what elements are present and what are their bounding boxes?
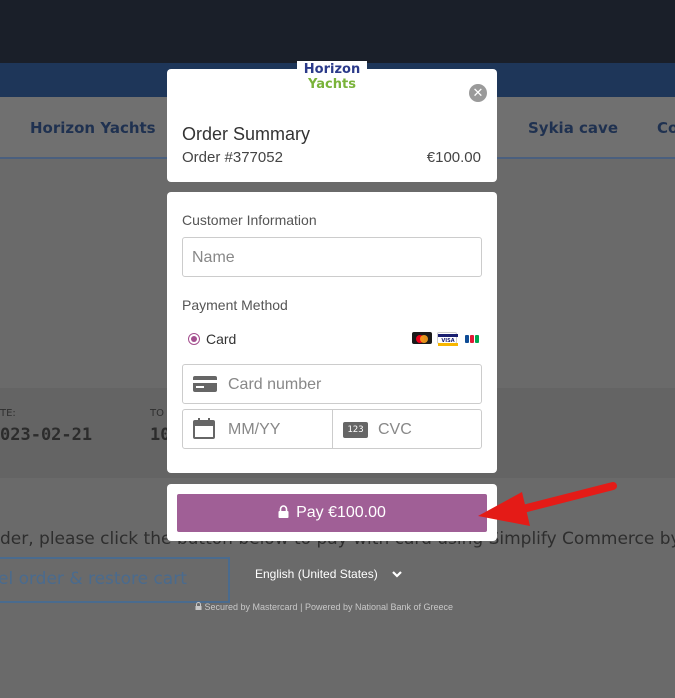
cancel-order-label: el order & restore cart bbox=[0, 569, 187, 589]
powered-by-text: Powered by National Bank of Greece bbox=[304, 602, 454, 612]
cvc-field[interactable]: 123 CVC bbox=[332, 409, 482, 449]
site-top-bar bbox=[0, 0, 675, 63]
annotation-arrow-icon bbox=[478, 482, 617, 526]
expiry-placeholder: MM/YY bbox=[228, 421, 281, 438]
cvc-placeholder: CVC bbox=[378, 421, 412, 438]
nav-item-horizon-yachts[interactable]: Horizon Yachts bbox=[30, 119, 156, 137]
mastercard-icon bbox=[412, 332, 432, 344]
lock-icon bbox=[278, 495, 289, 533]
card-number-field[interactable]: Card number bbox=[182, 364, 482, 404]
nav-item-truncated[interactable]: Co bbox=[657, 119, 675, 137]
language-selector[interactable]: English (United States) bbox=[255, 567, 378, 581]
card-radio[interactable] bbox=[188, 333, 200, 345]
close-icon[interactable]: ✕ bbox=[469, 84, 487, 102]
logo-line-2: Yachts bbox=[308, 77, 356, 92]
total-label: TO bbox=[150, 408, 164, 419]
small-lock-icon bbox=[195, 602, 205, 612]
secured-footer: Secured by Mastercard | Powered by Natio… bbox=[195, 602, 453, 612]
payment-method-heading: Payment Method bbox=[182, 297, 288, 313]
footer-separator: | bbox=[300, 602, 303, 612]
secured-by-text: Secured by Mastercard bbox=[204, 602, 298, 612]
pay-button-label: Pay €100.00 bbox=[296, 504, 386, 521]
calendar-icon bbox=[192, 418, 216, 445]
pay-button[interactable]: Pay €100.00 bbox=[177, 494, 487, 532]
name-placeholder: Name bbox=[192, 249, 235, 266]
jcb-icon bbox=[462, 332, 482, 344]
order-number: Order #377052 bbox=[182, 149, 283, 166]
svg-text:VISA: VISA bbox=[441, 338, 454, 344]
order-amount: €100.00 bbox=[426, 149, 481, 166]
visa-icon: VISA bbox=[437, 332, 458, 346]
card-number-placeholder: Card number bbox=[228, 376, 322, 393]
date-label: TE: bbox=[0, 408, 16, 419]
date-value: 023-02-21 bbox=[0, 425, 93, 445]
expiry-field[interactable]: MM/YY bbox=[182, 409, 333, 449]
customer-info-heading: Customer Information bbox=[182, 212, 317, 228]
cvc-icon: 123 bbox=[343, 422, 368, 438]
name-field[interactable]: Name bbox=[182, 237, 482, 277]
chevron-down-icon[interactable] bbox=[391, 567, 403, 586]
logo-line-1: Horizon bbox=[303, 62, 361, 77]
credit-card-icon bbox=[192, 374, 218, 399]
nav-item-sykia-cave[interactable]: Sykia cave bbox=[528, 119, 618, 137]
card-radio-label: Card bbox=[206, 331, 237, 347]
order-summary-title: Order Summary bbox=[182, 124, 311, 144]
cancel-order-button[interactable]: el order & restore cart bbox=[0, 557, 230, 603]
payment-form-card: Customer Information Name Payment Method… bbox=[167, 192, 497, 473]
merchant-logo: Horizon Yachts bbox=[297, 61, 367, 94]
